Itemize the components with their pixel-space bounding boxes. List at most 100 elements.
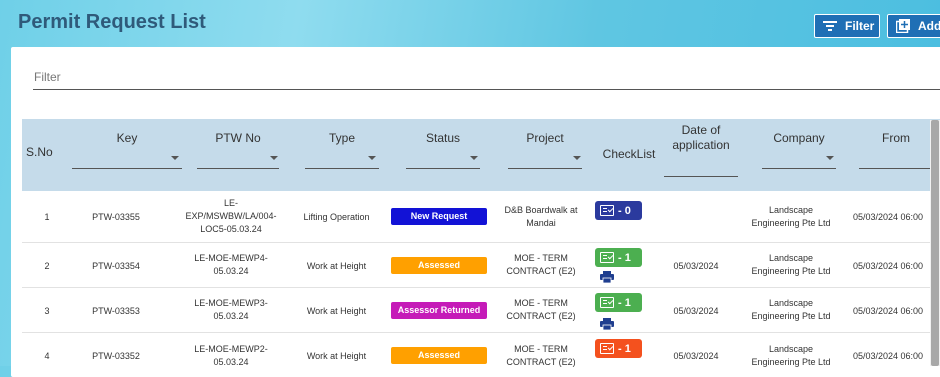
header-ptw-no: PTW No <box>215 131 261 145</box>
ptw-no-select[interactable] <box>197 168 279 169</box>
cell-date: 05/03/2024 <box>673 351 719 361</box>
cell-project: MOE - TERM CONTRACT (E2) <box>497 252 585 278</box>
cell-ptw-line: LE-MOE-MEWP3- <box>194 298 268 308</box>
cell-key: PTW-03353 <box>92 306 140 316</box>
row-divider <box>22 287 940 288</box>
cell-project-line: MOE - TERM <box>514 253 568 263</box>
cell-from: 05/03/2024 06:00 <box>853 261 924 271</box>
cell-type: Work at Height <box>306 306 367 316</box>
cell-ptw-no: LE-MOE-MEWP4- 05.03.24 <box>181 252 281 278</box>
cell-company-line: Landscape <box>768 298 814 308</box>
header-project: Project <box>526 131 564 145</box>
header-company: Company <box>773 131 825 145</box>
cell-company-line: Landscape <box>768 205 814 215</box>
cell-company-line: Engineering Pte Ltd <box>751 266 831 276</box>
checklist-count: - 1 <box>618 251 631 264</box>
cell-type: Work at Height <box>306 261 367 271</box>
add-icon <box>896 19 910 33</box>
checklist-icon <box>600 343 614 354</box>
cell-company-line: Engineering Pte Ltd <box>751 357 831 367</box>
header-status: Status <box>425 131 461 145</box>
table-header: S.No Key PTW No Type Status Project Chec… <box>22 119 940 191</box>
cell-company-line: Engineering Pte Ltd <box>751 311 831 321</box>
checklist-badge[interactable]: - 0 <box>595 201 642 220</box>
cell-ptw-line: LE- <box>223 198 238 208</box>
chevron-down-icon[interactable] <box>368 156 376 160</box>
checklist-icon <box>600 205 614 216</box>
cell-company: Landscape Engineering Pte Ltd <box>741 343 841 369</box>
cell-project-line: CONTRACT (E2) <box>506 266 576 276</box>
cell-from: 05/03/2024 06:00 <box>853 306 924 316</box>
chevron-down-icon[interactable] <box>826 156 834 160</box>
header-checklist: CheckList <box>602 147 656 161</box>
row-divider <box>22 242 940 243</box>
chevron-down-icon[interactable] <box>270 156 278 160</box>
header-date-line1: Date of <box>681 123 721 137</box>
checklist-count: - 1 <box>618 296 631 309</box>
cell-project: D&B Boardwalk at Mandai <box>497 204 585 230</box>
checklist-badge[interactable]: - 1 <box>595 339 642 358</box>
checklist-count: - 0 <box>618 204 631 217</box>
cell-type: Lifting Operation <box>303 212 370 222</box>
checklist-icon <box>600 252 614 263</box>
cell-project-line: CONTRACT (E2) <box>506 311 576 321</box>
cell-from: 05/03/2024 06:00 <box>853 351 924 361</box>
status-badge: New Request <box>391 208 487 225</box>
cell-ptw-no: LE- EXP/MSWBW/LA/004- LOC5-05.03.24 <box>181 197 281 236</box>
scrollbar-thumb[interactable] <box>931 120 939 366</box>
checklist-badge[interactable]: - 1 <box>595 248 642 267</box>
print-icon[interactable] <box>600 271 614 283</box>
cell-project-line: MOE - TERM <box>514 344 568 354</box>
cell-project-line: D&B Boardwalk at <box>504 205 578 215</box>
cell-company: Landscape Engineering Pte Ltd <box>741 252 841 278</box>
cell-ptw-line: 05.03.24 <box>213 266 249 276</box>
cell-ptw-line: 05.03.24 <box>213 357 249 367</box>
header-type: Type <box>328 131 355 145</box>
filter-input-placeholder: Filter <box>34 70 61 84</box>
cell-key: PTW-03354 <box>92 261 140 271</box>
project-select[interactable] <box>508 168 582 169</box>
header-from: From <box>882 131 910 145</box>
scrollbar[interactable] <box>930 120 940 366</box>
filter-input-underline <box>33 89 940 90</box>
add-button[interactable]: Add <box>887 14 940 38</box>
row-divider <box>22 332 940 333</box>
cell-ptw-line: EXP/MSWBW/LA/004- <box>185 211 277 221</box>
header-date-of-application: Date of application <box>664 123 738 153</box>
type-select[interactable] <box>305 168 379 169</box>
cell-project-line: Mandai <box>526 218 556 228</box>
status-badge: Assessed <box>391 347 487 364</box>
filter-button[interactable]: Filter <box>814 14 880 38</box>
cell-company-line: Landscape <box>768 344 814 354</box>
filter-input[interactable] <box>33 65 940 91</box>
date-of-application-input[interactable] <box>664 176 738 177</box>
permit-list-card: Filter S.No Key PTW No Type Status Proje… <box>11 47 940 377</box>
cell-type: Work at Height <box>306 351 367 361</box>
cell-company-line: Landscape <box>768 253 814 263</box>
chevron-down-icon[interactable] <box>573 156 581 160</box>
cell-ptw-line: 05.03.24 <box>213 311 249 321</box>
key-select[interactable] <box>72 168 182 169</box>
status-select[interactable] <box>406 168 480 169</box>
add-button-label: Add <box>918 19 940 33</box>
checklist-badge[interactable]: - 1 <box>595 293 642 312</box>
cell-company: Landscape Engineering Pte Ltd <box>741 204 841 230</box>
status-badge: Assessor Returned <box>391 302 487 319</box>
cell-project-line: MOE - TERM <box>514 298 568 308</box>
cell-ptw-line: LOC5-05.03.24 <box>200 224 262 234</box>
cell-company-line: Engineering Pte Ltd <box>751 218 831 228</box>
cell-project: MOE - TERM CONTRACT (E2) <box>497 343 585 369</box>
cell-ptw-line: LE-MOE-MEWP4- <box>194 253 268 263</box>
cell-key: PTW-03355 <box>92 212 140 222</box>
checklist-count: - 1 <box>618 342 631 355</box>
header-key: Key <box>116 131 138 145</box>
company-select[interactable] <box>762 168 836 169</box>
filter-button-label: Filter <box>845 19 875 33</box>
cell-date: 05/03/2024 <box>673 306 719 316</box>
cell-ptw-no: LE-MOE-MEWP3- 05.03.24 <box>181 297 281 323</box>
from-input[interactable] <box>859 168 933 169</box>
print-icon[interactable] <box>600 318 614 330</box>
chevron-down-icon[interactable] <box>470 156 478 160</box>
checklist-icon <box>600 297 614 308</box>
chevron-down-icon[interactable] <box>171 156 179 160</box>
